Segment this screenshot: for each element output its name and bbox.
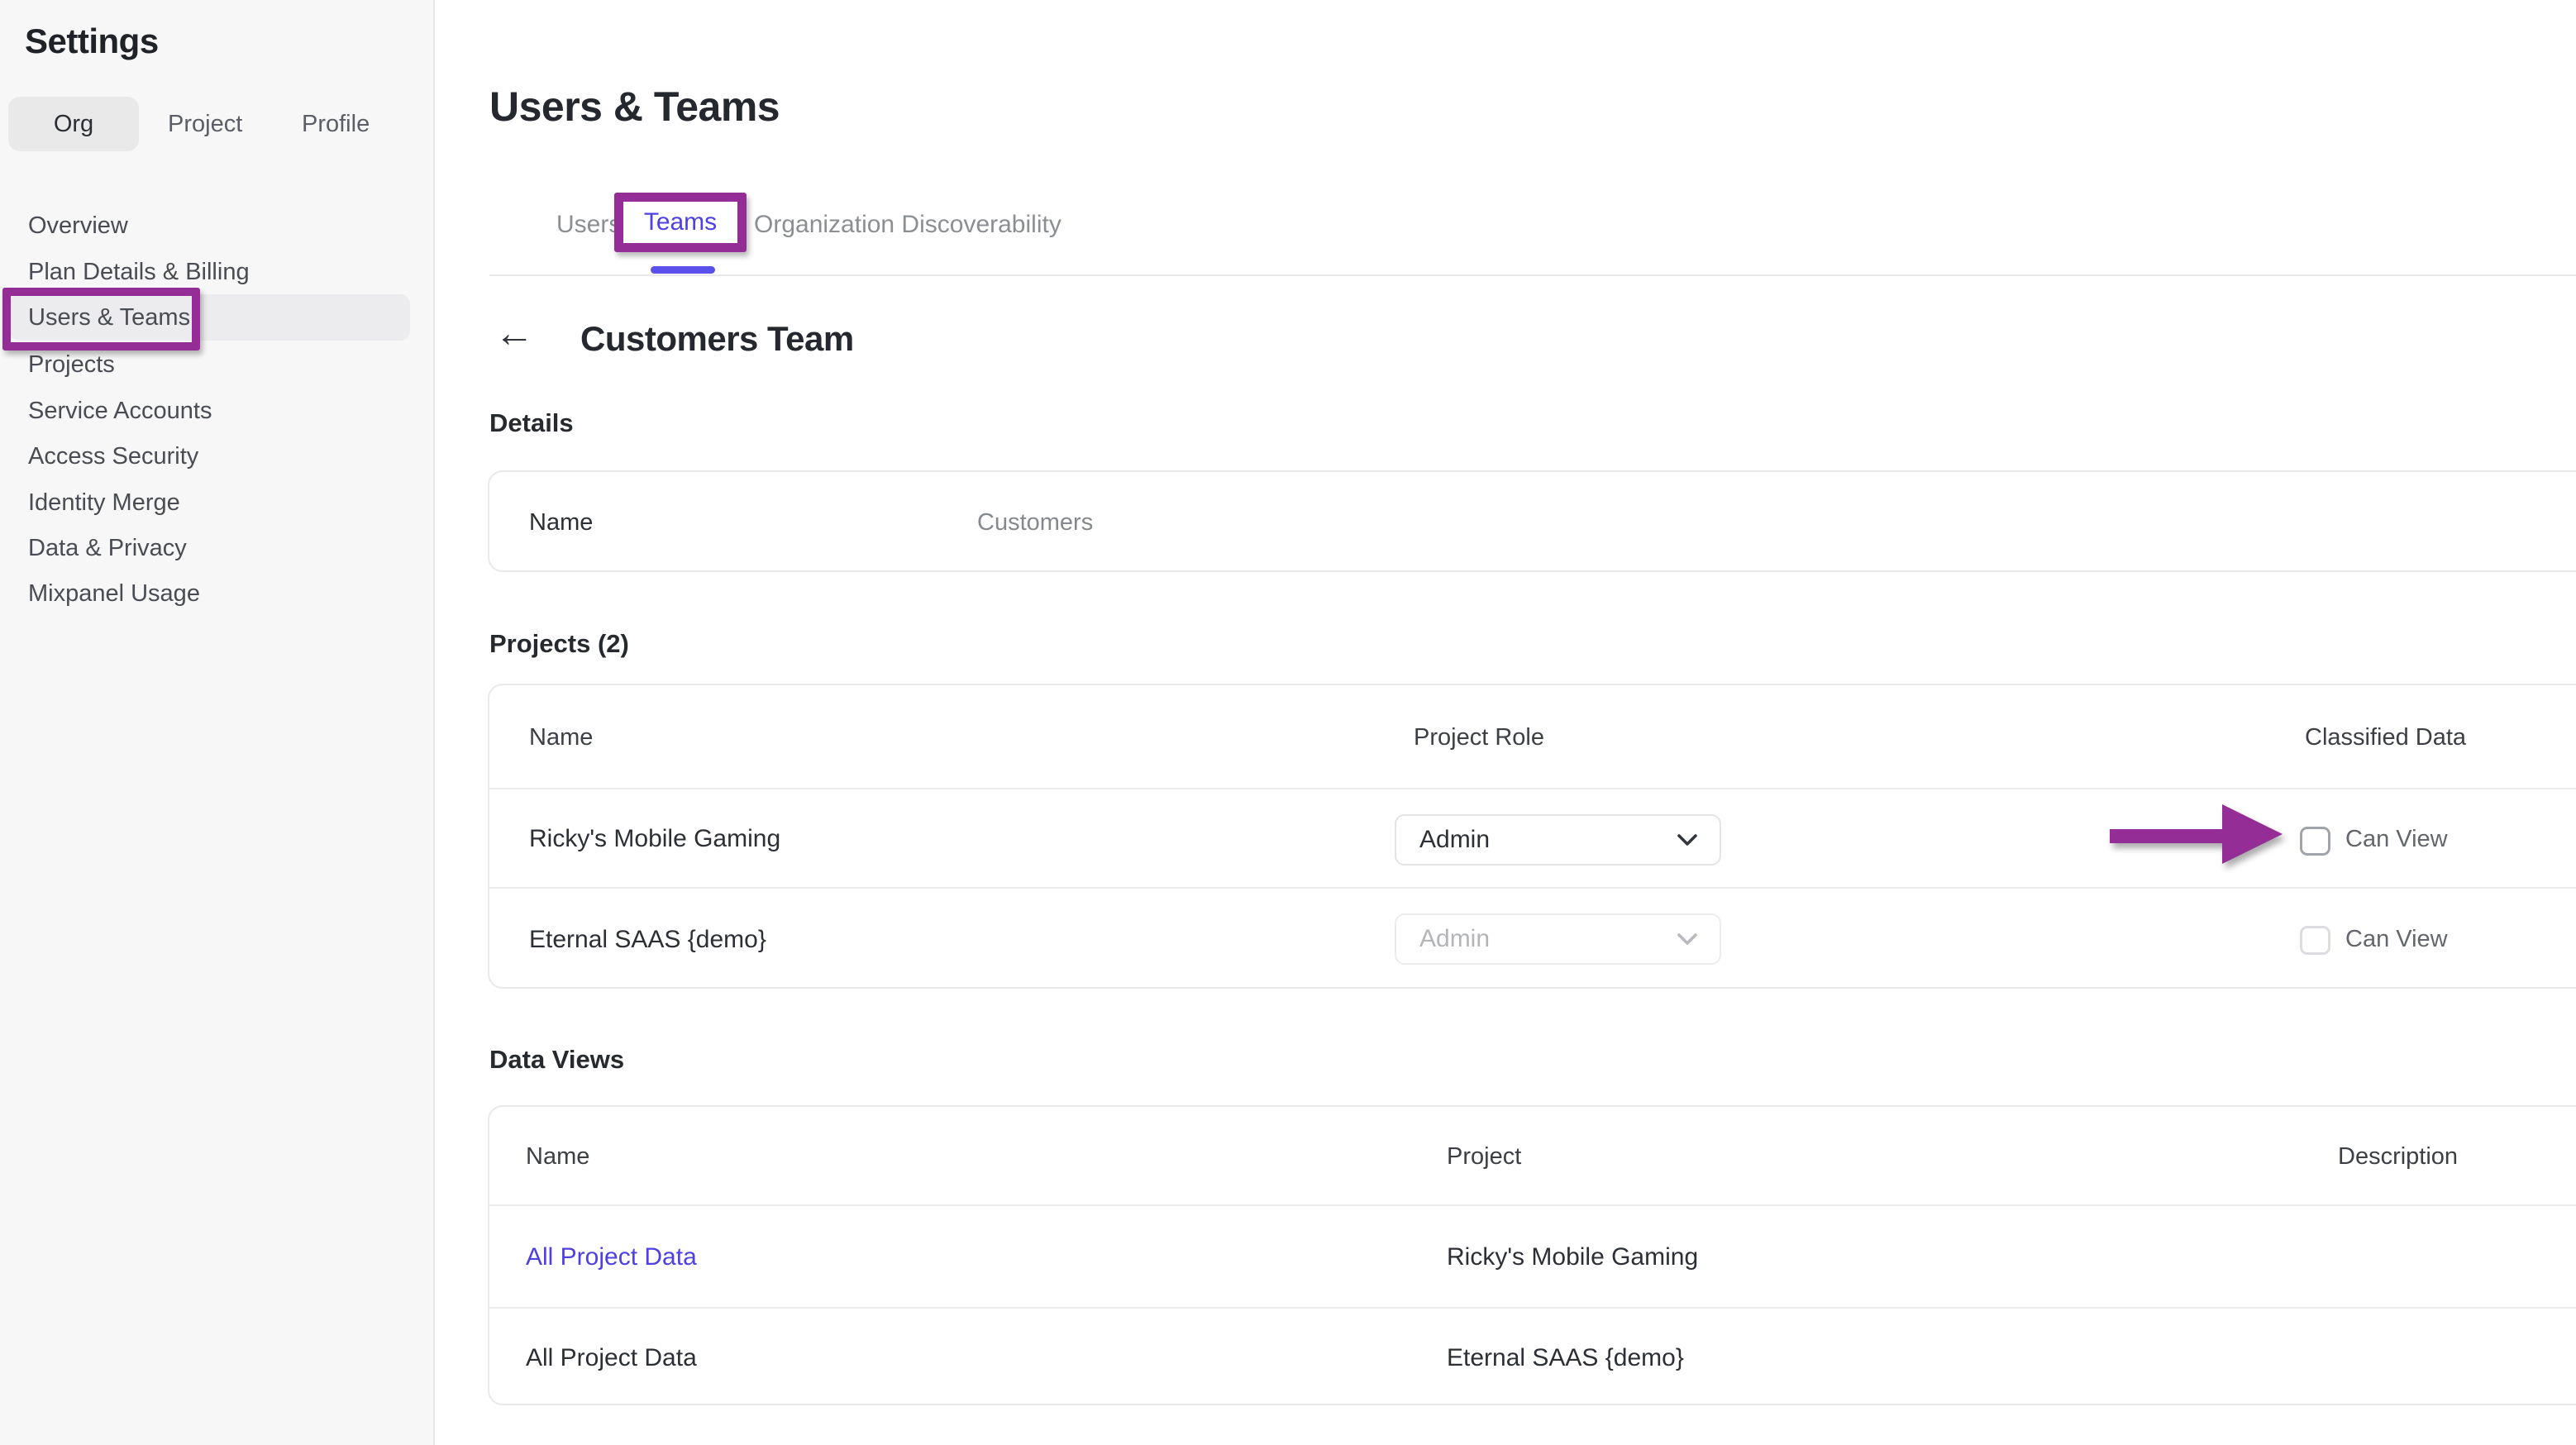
chevron-down-icon [1677, 932, 1698, 946]
team-title: Customers Team [580, 319, 854, 359]
can-view-label: Can View [2345, 889, 2448, 990]
chevron-down-icon [1677, 833, 1698, 846]
classified-data-checkbox[interactable] [2300, 827, 2330, 856]
annotation-box-users-teams [2, 288, 200, 351]
data-view-name: All Project Data [526, 1309, 697, 1407]
project-role-value: Admin [1419, 826, 1677, 854]
active-tab-indicator [651, 266, 715, 274]
back-arrow-icon[interactable]: ← [494, 312, 534, 355]
sidebar-item-data-privacy[interactable]: Data & Privacy [28, 525, 187, 571]
settings-title: Settings [25, 21, 159, 61]
data-views-table: Name Project Description All Project Dat… [488, 1105, 2576, 1405]
project-role-select-disabled: Admin [1395, 913, 1721, 965]
projects-col-classified-data: Classified Data [2305, 685, 2466, 789]
projects-heading: Projects (2) [489, 629, 629, 659]
sidebar-tab-project[interactable]: Project [168, 97, 242, 151]
projects-col-project-role: Project Role [1414, 685, 1544, 789]
dataviews-col-project: Project [1447, 1107, 1521, 1206]
annotation-box-teams: Teams [614, 193, 747, 252]
project-row-name: Ricky's Mobile Gaming [529, 789, 780, 889]
tab-organization-discoverability[interactable]: Organization Discoverability [754, 209, 1061, 241]
tabs-divider [489, 274, 2576, 276]
project-row-name: Eternal SAAS {demo} [529, 889, 766, 990]
data-view-project: Eternal SAAS {demo} [1447, 1309, 1684, 1407]
project-role-select[interactable]: Admin [1395, 814, 1721, 866]
sidebar-item-access-security[interactable]: Access Security [28, 433, 198, 479]
details-heading: Details [489, 408, 574, 438]
dataviews-col-name: Name [526, 1107, 589, 1206]
data-view-link[interactable]: All Project Data [526, 1206, 697, 1309]
sidebar-tab-org[interactable]: Org [8, 97, 139, 151]
row-divider [489, 788, 2576, 789]
data-view-project: Ricky's Mobile Gaming [1447, 1206, 1698, 1309]
classified-data-checkbox-disabled [2300, 926, 2330, 955]
sidebar-item-overview[interactable]: Overview [28, 203, 128, 249]
dataviews-col-description: Description [2338, 1107, 2458, 1206]
tab-users[interactable]: Users [556, 209, 621, 241]
details-name-label: Name [529, 472, 593, 574]
page-title: Users & Teams [489, 83, 780, 131]
projects-col-name: Name [529, 685, 593, 789]
data-views-heading: Data Views [489, 1045, 624, 1075]
sidebar-item-identity-merge[interactable]: Identity Merge [28, 479, 180, 526]
details-card: Name Customers [488, 470, 2576, 572]
annotation-arrow-icon [2110, 804, 2283, 864]
project-role-value: Admin [1419, 925, 1677, 953]
details-name-value: Customers [977, 472, 1093, 574]
sidebar-tab-profile[interactable]: Profile [302, 97, 370, 151]
tab-teams[interactable]: Teams [644, 208, 717, 236]
can-view-label: Can View [2345, 789, 2448, 889]
row-divider [489, 887, 2576, 889]
sidebar-item-service-accounts[interactable]: Service Accounts [28, 388, 212, 434]
sidebar-item-mixpanel-usage[interactable]: Mixpanel Usage [28, 570, 200, 617]
settings-sidebar: Settings Org Project Profile Overview Pl… [0, 0, 435, 1445]
